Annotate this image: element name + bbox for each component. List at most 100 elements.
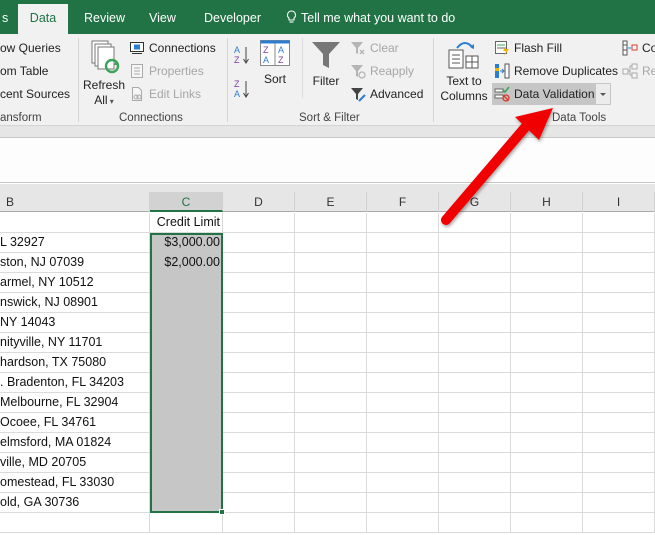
cell-f[interactable] <box>367 333 439 353</box>
data-validation-dropdown-button[interactable] <box>595 83 611 105</box>
cell-g[interactable] <box>439 373 511 393</box>
cell-b[interactable]: NY 14043 <box>0 313 150 333</box>
show-queries-button[interactable]: ow Queries <box>0 38 61 58</box>
cell-c[interactable] <box>150 453 223 473</box>
consolidate-button[interactable]: Co <box>622 38 655 58</box>
cell-i[interactable] <box>583 213 655 233</box>
cell-i[interactable] <box>583 373 655 393</box>
cell-e[interactable] <box>295 313 367 333</box>
cell-b[interactable]: ston, NJ 07039 <box>0 253 150 273</box>
cell-d[interactable] <box>223 493 295 513</box>
cell-g[interactable] <box>439 333 511 353</box>
cell-i[interactable] <box>583 253 655 273</box>
cell-i[interactable] <box>583 413 655 433</box>
cell-g[interactable] <box>439 233 511 253</box>
cell-e[interactable] <box>295 373 367 393</box>
cell-h[interactable] <box>511 253 583 273</box>
cell-c[interactable] <box>150 433 223 453</box>
cell-e[interactable] <box>295 453 367 473</box>
column-header-d[interactable]: D <box>223 192 295 212</box>
cell-e[interactable] <box>295 333 367 353</box>
cell-h[interactable] <box>511 353 583 373</box>
filter-button[interactable]: Filter <box>308 40 344 89</box>
cell-f[interactable] <box>367 273 439 293</box>
cell-i[interactable] <box>583 393 655 413</box>
cell-d[interactable] <box>223 353 295 373</box>
column-header-b[interactable]: B <box>0 192 150 212</box>
cell-h[interactable] <box>511 273 583 293</box>
cell-i[interactable] <box>583 313 655 333</box>
cell-b[interactable]: Ocoee, FL 34761 <box>0 413 150 433</box>
cell-f[interactable] <box>367 413 439 433</box>
cell-f[interactable] <box>367 353 439 373</box>
cell-i[interactable] <box>583 493 655 513</box>
cell-e[interactable] <box>295 493 367 513</box>
cell-d[interactable] <box>223 293 295 313</box>
cell-e[interactable] <box>295 273 367 293</box>
fill-handle[interactable] <box>219 509 225 515</box>
cell-h[interactable] <box>511 493 583 513</box>
cell-e[interactable] <box>295 473 367 493</box>
cell-b[interactable]: ville, MD 20705 <box>0 453 150 473</box>
cell-g[interactable] <box>439 453 511 473</box>
advanced-filter-button[interactable]: Advanced <box>350 84 423 104</box>
cell-h[interactable] <box>511 333 583 353</box>
cell-f[interactable] <box>367 393 439 413</box>
column-header-h[interactable]: H <box>511 192 583 212</box>
cell-c[interactable] <box>150 293 223 313</box>
cell-d[interactable] <box>223 273 295 293</box>
cell-e[interactable] <box>295 213 367 233</box>
cell-h[interactable] <box>511 453 583 473</box>
cell-h[interactable] <box>511 213 583 233</box>
cell-g[interactable] <box>439 473 511 493</box>
cell-e[interactable] <box>295 253 367 273</box>
flash-fill-button[interactable]: Flash Fill <box>494 38 562 58</box>
tab-data[interactable]: Data <box>18 4 68 34</box>
sort-z-to-a-button[interactable]: ZA <box>234 78 250 100</box>
cell-e[interactable] <box>295 233 367 253</box>
cell-h[interactable] <box>511 413 583 433</box>
cell-g[interactable] <box>439 313 511 333</box>
cell-i[interactable] <box>583 453 655 473</box>
cell-i[interactable] <box>583 433 655 453</box>
cell-i[interactable] <box>583 353 655 373</box>
cell-d[interactable] <box>223 513 295 533</box>
properties-button[interactable]: Properties <box>129 61 204 81</box>
cell-g[interactable] <box>439 493 511 513</box>
cell-c[interactable] <box>150 273 223 293</box>
cell-c[interactable] <box>150 413 223 433</box>
cell-c[interactable] <box>150 473 223 493</box>
cell-d[interactable] <box>223 373 295 393</box>
cell-b[interactable]: . Bradenton, FL 34203 <box>0 373 150 393</box>
cell-b[interactable]: armel, NY 10512 <box>0 273 150 293</box>
cell-h[interactable] <box>511 513 583 533</box>
cell-d[interactable] <box>223 333 295 353</box>
cell-b[interactable]: old, GA 30736 <box>0 493 150 513</box>
cell-c[interactable] <box>150 493 223 513</box>
cell-c[interactable]: $3,000.00 <box>150 233 223 253</box>
recent-sources-button[interactable]: cent Sources <box>0 84 70 104</box>
reapply-button[interactable]: Reapply <box>350 61 414 81</box>
text-to-columns-button[interactable]: Text to Columns <box>438 40 490 104</box>
cell-h[interactable] <box>511 293 583 313</box>
remove-duplicates-button[interactable]: Remove Duplicates <box>494 61 618 81</box>
relationships-button[interactable]: Re <box>622 61 655 81</box>
cell-f[interactable] <box>367 473 439 493</box>
refresh-all-button[interactable]: Refresh All ▾ <box>83 40 125 109</box>
cell-g[interactable] <box>439 513 511 533</box>
cell-e[interactable] <box>295 393 367 413</box>
cell-i[interactable] <box>583 473 655 493</box>
cell-d[interactable] <box>223 393 295 413</box>
cell-c[interactable] <box>150 353 223 373</box>
cell-e[interactable] <box>295 413 367 433</box>
cell-d[interactable] <box>223 313 295 333</box>
tab-review[interactable]: Review <box>76 4 133 34</box>
cell-h[interactable] <box>511 393 583 413</box>
cell-c[interactable] <box>150 313 223 333</box>
cell-i[interactable] <box>583 233 655 253</box>
formula-bar[interactable] <box>0 139 655 183</box>
cell-c[interactable] <box>150 333 223 353</box>
column-header-f[interactable]: F <box>367 192 439 212</box>
cell-b[interactable]: nityville, NY 11701 <box>0 333 150 353</box>
cell-f[interactable] <box>367 453 439 473</box>
